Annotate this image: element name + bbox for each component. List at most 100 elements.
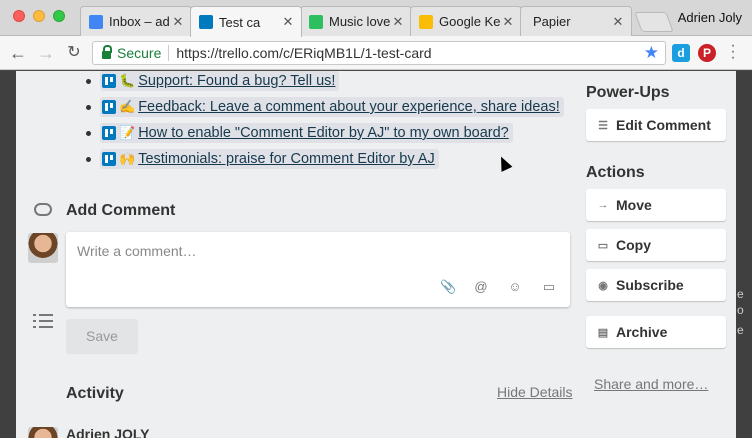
bullet [86, 105, 91, 110]
menu-dots-icon[interactable]: · · · [730, 38, 736, 66]
tab-test-card[interactable]: Test ca ✕ [190, 6, 302, 37]
button-label: Move [616, 197, 652, 213]
bug-icon: 🐛 [119, 73, 136, 88]
attachment-icon[interactable]: 📎 [440, 279, 456, 295]
link-list: 🐛 Support: Found a bug? Tell us! ✍️ Feed… [86, 71, 564, 172]
profile-name[interactable]: Adrien Joly [678, 10, 742, 25]
lock-icon [102, 45, 112, 59]
bullet [86, 157, 91, 162]
list-item: 🙌 Testimonials: praise for Comment Edito… [86, 146, 564, 172]
new-tab-button[interactable] [634, 12, 674, 32]
bullet [86, 131, 91, 136]
bookmark-star-icon[interactable]: ★ [644, 43, 659, 63]
hide-details-link[interactable]: Hide Details [497, 384, 572, 400]
button-label: Edit Comment [616, 117, 711, 133]
close-icon[interactable]: ✕ [391, 14, 405, 30]
secure-label: Secure [117, 45, 162, 61]
button-label: Copy [616, 237, 651, 253]
writing-hand-icon: ✍️ [119, 99, 136, 114]
evernote-icon [309, 14, 323, 29]
tab-strip: Inbox – ad ✕ Test ca ✕ Music love ✕ Goog… [0, 0, 752, 37]
trello-icon [102, 126, 116, 140]
forward-arrow-icon[interactable]: → [36, 42, 56, 64]
activity-title: Activity [66, 385, 124, 402]
browser-toolbar: ← → ↻ Secure https://trello.com/c/ERiqMB… [0, 36, 752, 70]
trello-card-chip[interactable]: ✍️ Feedback: Leave a comment about your … [100, 97, 564, 117]
tab-music[interactable]: Music love ✕ [300, 6, 412, 36]
card-detail-window: 🐛 Support: Found a bug? Tell us! ✍️ Feed… [16, 71, 736, 438]
raised-hands-icon: 🙌 [119, 151, 136, 166]
close-icon[interactable]: ✕ [611, 14, 625, 30]
trello-icon [102, 152, 116, 166]
card-link[interactable]: Testimonials: praise for Comment Editor … [138, 151, 435, 167]
trello-icon [102, 100, 116, 114]
list-item: 🐛 Support: Found a bug? Tell us! [86, 68, 564, 94]
avatar[interactable] [28, 233, 58, 263]
copy-button[interactable]: ▭ Copy [586, 229, 726, 261]
close-icon[interactable]: ✕ [501, 14, 515, 30]
zoom-window-button[interactable] [53, 10, 65, 22]
tab-label: Music love [329, 14, 391, 29]
tab-label: Test ca [219, 14, 261, 30]
card-link[interactable]: Feedback: Leave a comment about your exp… [138, 99, 560, 115]
button-label: Subscribe [616, 277, 684, 293]
trello-card-chip[interactable]: 🐛 Support: Found a bug? Tell us! [100, 71, 340, 91]
reload-icon[interactable]: ↻ [64, 42, 84, 64]
card-link[interactable]: Support: Found a bug? Tell us! [138, 73, 335, 89]
extension-d-icon[interactable]: d [672, 44, 690, 62]
mention-icon[interactable]: @ [473, 279, 489, 295]
archive-icon: ▤ [597, 326, 609, 339]
close-icon[interactable]: ✕ [281, 14, 295, 30]
bullet [86, 79, 91, 84]
button-label: Archive [616, 324, 668, 340]
divider [168, 45, 170, 61]
activity-user-name[interactable]: Adrien JOLY [66, 426, 150, 438]
back-arrow-icon[interactable]: ← [8, 42, 28, 64]
trello-icon [199, 15, 213, 29]
arrow-right-icon: → [597, 199, 609, 211]
avatar[interactable] [28, 427, 58, 438]
list-item: ✍️ Feedback: Leave a comment about your … [86, 94, 564, 120]
list-icon: ☰ [598, 119, 608, 132]
keep-icon [419, 14, 433, 29]
close-window-button[interactable] [13, 10, 25, 22]
tab-google-keep[interactable]: Google Ke ✕ [410, 6, 522, 36]
address-bar[interactable]: Secure https://trello.com/c/ERiqMB1L/1-t… [92, 41, 666, 65]
add-comment-title: Add Comment [66, 202, 176, 219]
pinterest-icon[interactable]: P [698, 44, 716, 62]
actions-heading: Actions [586, 164, 645, 181]
trello-card-chip[interactable]: 📝 How to enable "Comment Editor by AJ" t… [100, 123, 513, 143]
edit-comment-button[interactable]: ☰ Edit Comment [586, 109, 726, 141]
comment-input[interactable]: Write a comment… 📎 @ ☺ ▭ [66, 232, 570, 307]
power-ups-heading: Power-Ups [586, 84, 670, 101]
move-button[interactable]: → Move [586, 189, 726, 221]
eye-icon: ◉ [598, 279, 608, 292]
memo-icon: 📝 [119, 125, 136, 140]
tab-label: Google Ke [439, 14, 501, 29]
tab-inbox[interactable]: Inbox – ad ✕ [80, 6, 192, 36]
page-background: e o e 🐛 Support: Found a bug? Tell us! ✍… [0, 71, 752, 438]
background-text: e [737, 323, 744, 337]
comment-icon [34, 203, 52, 216]
share-and-more-link[interactable]: Share and more… [594, 376, 708, 392]
comment-placeholder: Write a comment… [77, 243, 197, 259]
list-item: 📝 How to enable "Comment Editor by AJ" t… [86, 120, 564, 146]
archive-button[interactable]: ▤ Archive [586, 316, 726, 348]
save-button[interactable]: Save [66, 319, 138, 354]
url-text[interactable]: https://trello.com/c/ERiqMB1L/1-test-car… [176, 45, 431, 61]
background-text: o [737, 303, 744, 317]
minimize-window-button[interactable] [33, 10, 45, 22]
close-icon[interactable]: ✕ [171, 14, 185, 30]
card-icon[interactable]: ▭ [541, 279, 557, 295]
trello-card-chip[interactable]: 🙌 Testimonials: praise for Comment Edito… [100, 149, 439, 169]
tab-label: Papier [533, 14, 571, 29]
tab-papier[interactable]: Papier ✕ [520, 6, 632, 36]
subscribe-button[interactable]: ◉ Subscribe [586, 269, 726, 301]
card-icon: ▭ [597, 239, 609, 252]
inbox-icon [89, 14, 103, 29]
card-link[interactable]: How to enable "Comment Editor by AJ" to … [138, 125, 509, 141]
activity-list-icon [33, 314, 53, 328]
trello-icon [102, 74, 116, 88]
tab-label: Inbox – ad [109, 14, 170, 29]
emoji-icon[interactable]: ☺ [507, 279, 523, 295]
